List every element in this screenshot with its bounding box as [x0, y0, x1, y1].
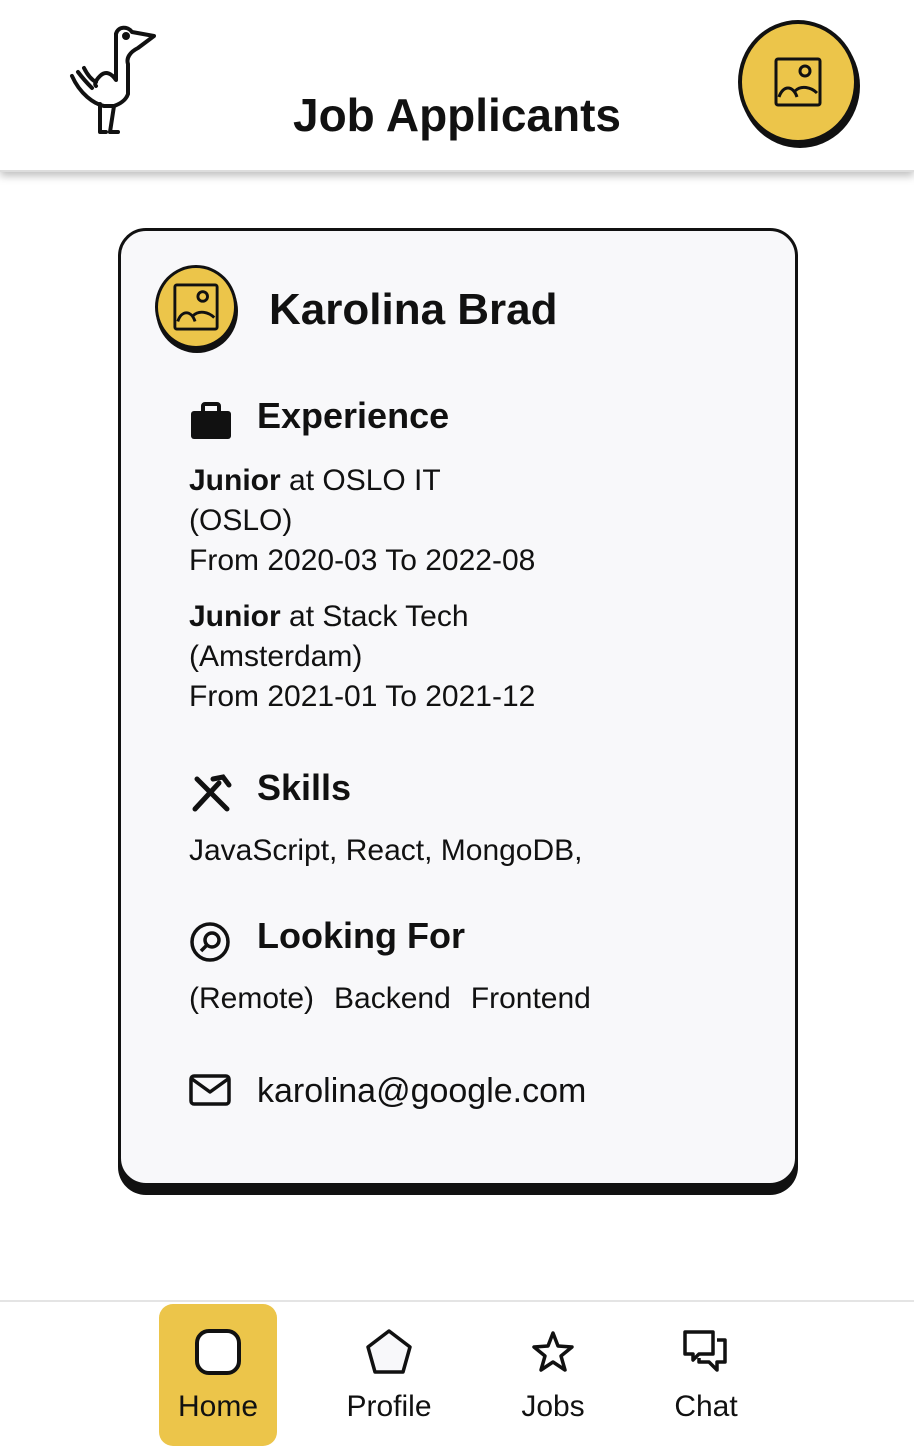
search-circle-icon	[190, 922, 230, 962]
experience-location: (Amsterdam)	[189, 640, 363, 673]
experience-item: Junior at Stack Tech (Amsterdam) From 20…	[189, 597, 535, 717]
looking-for-list: (Remote) Backend Frontend	[189, 979, 611, 1019]
applicant-avatar	[155, 265, 237, 349]
skills-list: JavaScript, React, MongoDB,	[189, 834, 583, 867]
tools-icon	[192, 774, 232, 812]
experience-role: Junior	[189, 464, 281, 497]
experience-item: Junior at OSLO IT (OSLO) From 2020-03 To…	[189, 461, 535, 581]
experience-company: at Stack Tech	[280, 600, 469, 633]
experience-location: (OSLO)	[189, 504, 293, 537]
nav-label: Profile	[346, 1390, 432, 1423]
nav-label: Chat	[674, 1390, 738, 1423]
applicant-card[interactable]: Karolina Brad Experience Junior at OSLO …	[118, 228, 798, 1186]
applicant-name: Karolina Brad	[269, 285, 558, 334]
looking-for-tag: Frontend	[470, 982, 591, 1015]
user-avatar-button[interactable]	[738, 20, 858, 144]
nav-profile[interactable]: Profile	[330, 1304, 448, 1446]
home-square-icon	[195, 1329, 241, 1375]
experience-period: From 2021-01 To 2021-12	[189, 680, 536, 713]
image-placeholder-icon	[173, 283, 219, 331]
bottom-nav: Home Profile Jobs Chat	[0, 1300, 914, 1446]
chat-bubbles-icon	[683, 1330, 727, 1372]
looking-for-heading: Looking For	[257, 915, 465, 956]
looking-for-tag: Backend	[334, 982, 451, 1015]
nav-home[interactable]: Home	[159, 1304, 277, 1446]
skills-heading: Skills	[257, 767, 352, 808]
nav-label: Jobs	[521, 1390, 585, 1423]
app-header: Job Applicants	[0, 0, 914, 172]
star-icon	[532, 1331, 574, 1372]
pentagon-icon	[366, 1329, 412, 1374]
experience-role: Junior	[189, 600, 281, 633]
image-placeholder-icon	[774, 57, 822, 107]
nav-label: Home	[177, 1390, 259, 1423]
experience-company: at OSLO IT	[280, 464, 441, 497]
experience-period: From 2020-03 To 2022-08	[189, 544, 536, 577]
nav-chat[interactable]: Chat	[647, 1304, 765, 1446]
briefcase-icon	[191, 402, 231, 439]
nav-jobs[interactable]: Jobs	[494, 1304, 612, 1446]
looking-for-tag: (Remote)	[189, 982, 315, 1015]
experience-heading: Experience	[257, 395, 450, 436]
mail-icon	[189, 1074, 231, 1106]
applicant-email[interactable]: karolina@google.com	[257, 1071, 586, 1111]
